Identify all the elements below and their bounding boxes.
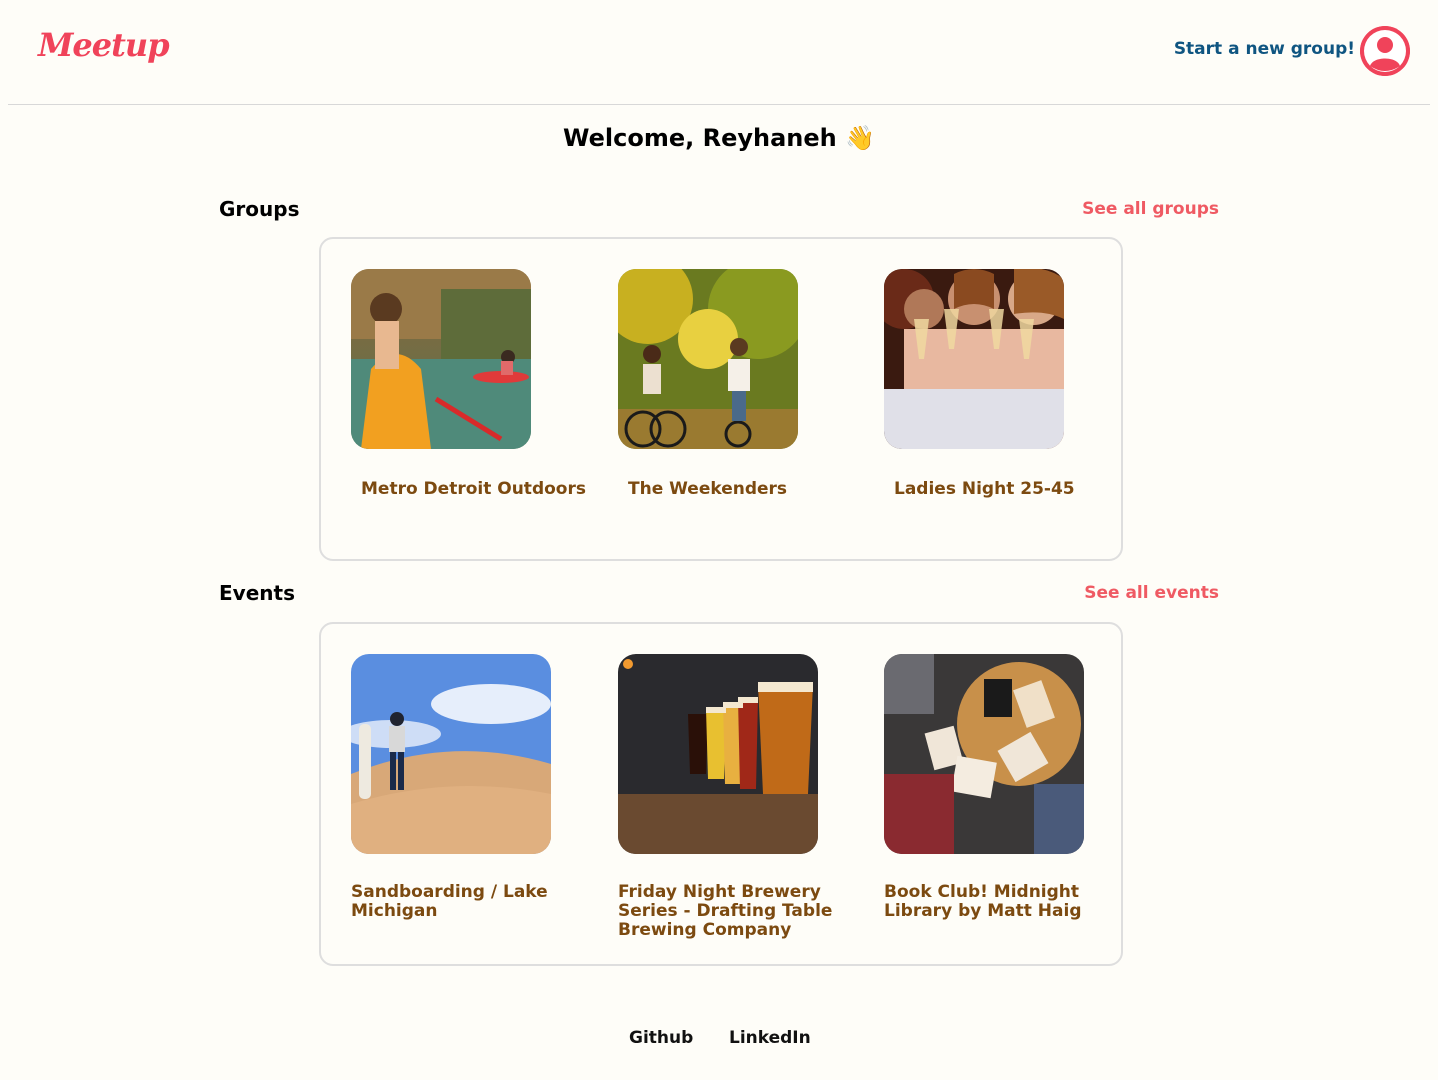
group-name[interactable]: Metro Detroit Outdoors (361, 480, 601, 499)
event-name[interactable]: Book Club! Midnight Library by Matt Haig (884, 883, 1104, 921)
group-image-kayaking[interactable] (351, 269, 531, 449)
see-all-events-link[interactable]: See all events (1084, 583, 1219, 603)
event-image-reading-table[interactable] (884, 654, 1084, 854)
event-name[interactable]: Sandboarding / Lake Michigan (351, 883, 571, 921)
groups-section-title: Groups (219, 197, 300, 221)
event-card-sandboarding[interactable]: Sandboarding / Lake Michigan (351, 654, 571, 944)
user-avatar-icon[interactable] (1360, 26, 1410, 76)
events-panel: Sandboarding / Lake Michigan Friday Nigh… (319, 622, 1123, 966)
see-all-groups-link[interactable]: See all groups (1082, 199, 1219, 219)
start-new-group-link[interactable]: Start a new group! (1174, 39, 1355, 59)
event-image-sand-dunes[interactable] (351, 654, 551, 854)
meetup-logo[interactable]: Meetup (38, 26, 170, 64)
group-image-toast[interactable] (884, 269, 1064, 449)
footer-github-link[interactable]: Github (629, 1028, 693, 1048)
event-card-brewery[interactable]: Friday Night Brewery Series - Drafting T… (618, 654, 838, 944)
site-header: Meetup Start a new group! (8, 0, 1430, 105)
event-image-beer-flight[interactable] (618, 654, 818, 854)
group-card-metro-detroit-outdoors[interactable]: Metro Detroit Outdoors (351, 269, 591, 509)
footer-linkedin-link[interactable]: LinkedIn (729, 1028, 811, 1048)
welcome-heading: Welcome, Reyhaneh 👋 (563, 124, 875, 152)
group-card-ladies-night[interactable]: Ladies Night 25-45 (884, 269, 1124, 509)
event-card-book-club[interactable]: Book Club! Midnight Library by Matt Haig (884, 654, 1104, 944)
group-name[interactable]: The Weekenders (628, 480, 868, 499)
event-name[interactable]: Friday Night Brewery Series - Drafting T… (618, 883, 838, 940)
events-section-title: Events (219, 581, 295, 605)
group-image-cycling[interactable] (618, 269, 798, 449)
group-card-the-weekenders[interactable]: The Weekenders (618, 269, 858, 509)
group-name[interactable]: Ladies Night 25-45 (894, 480, 1134, 499)
groups-panel: Metro Detroit Outdoors The Weekenders La… (319, 237, 1123, 561)
